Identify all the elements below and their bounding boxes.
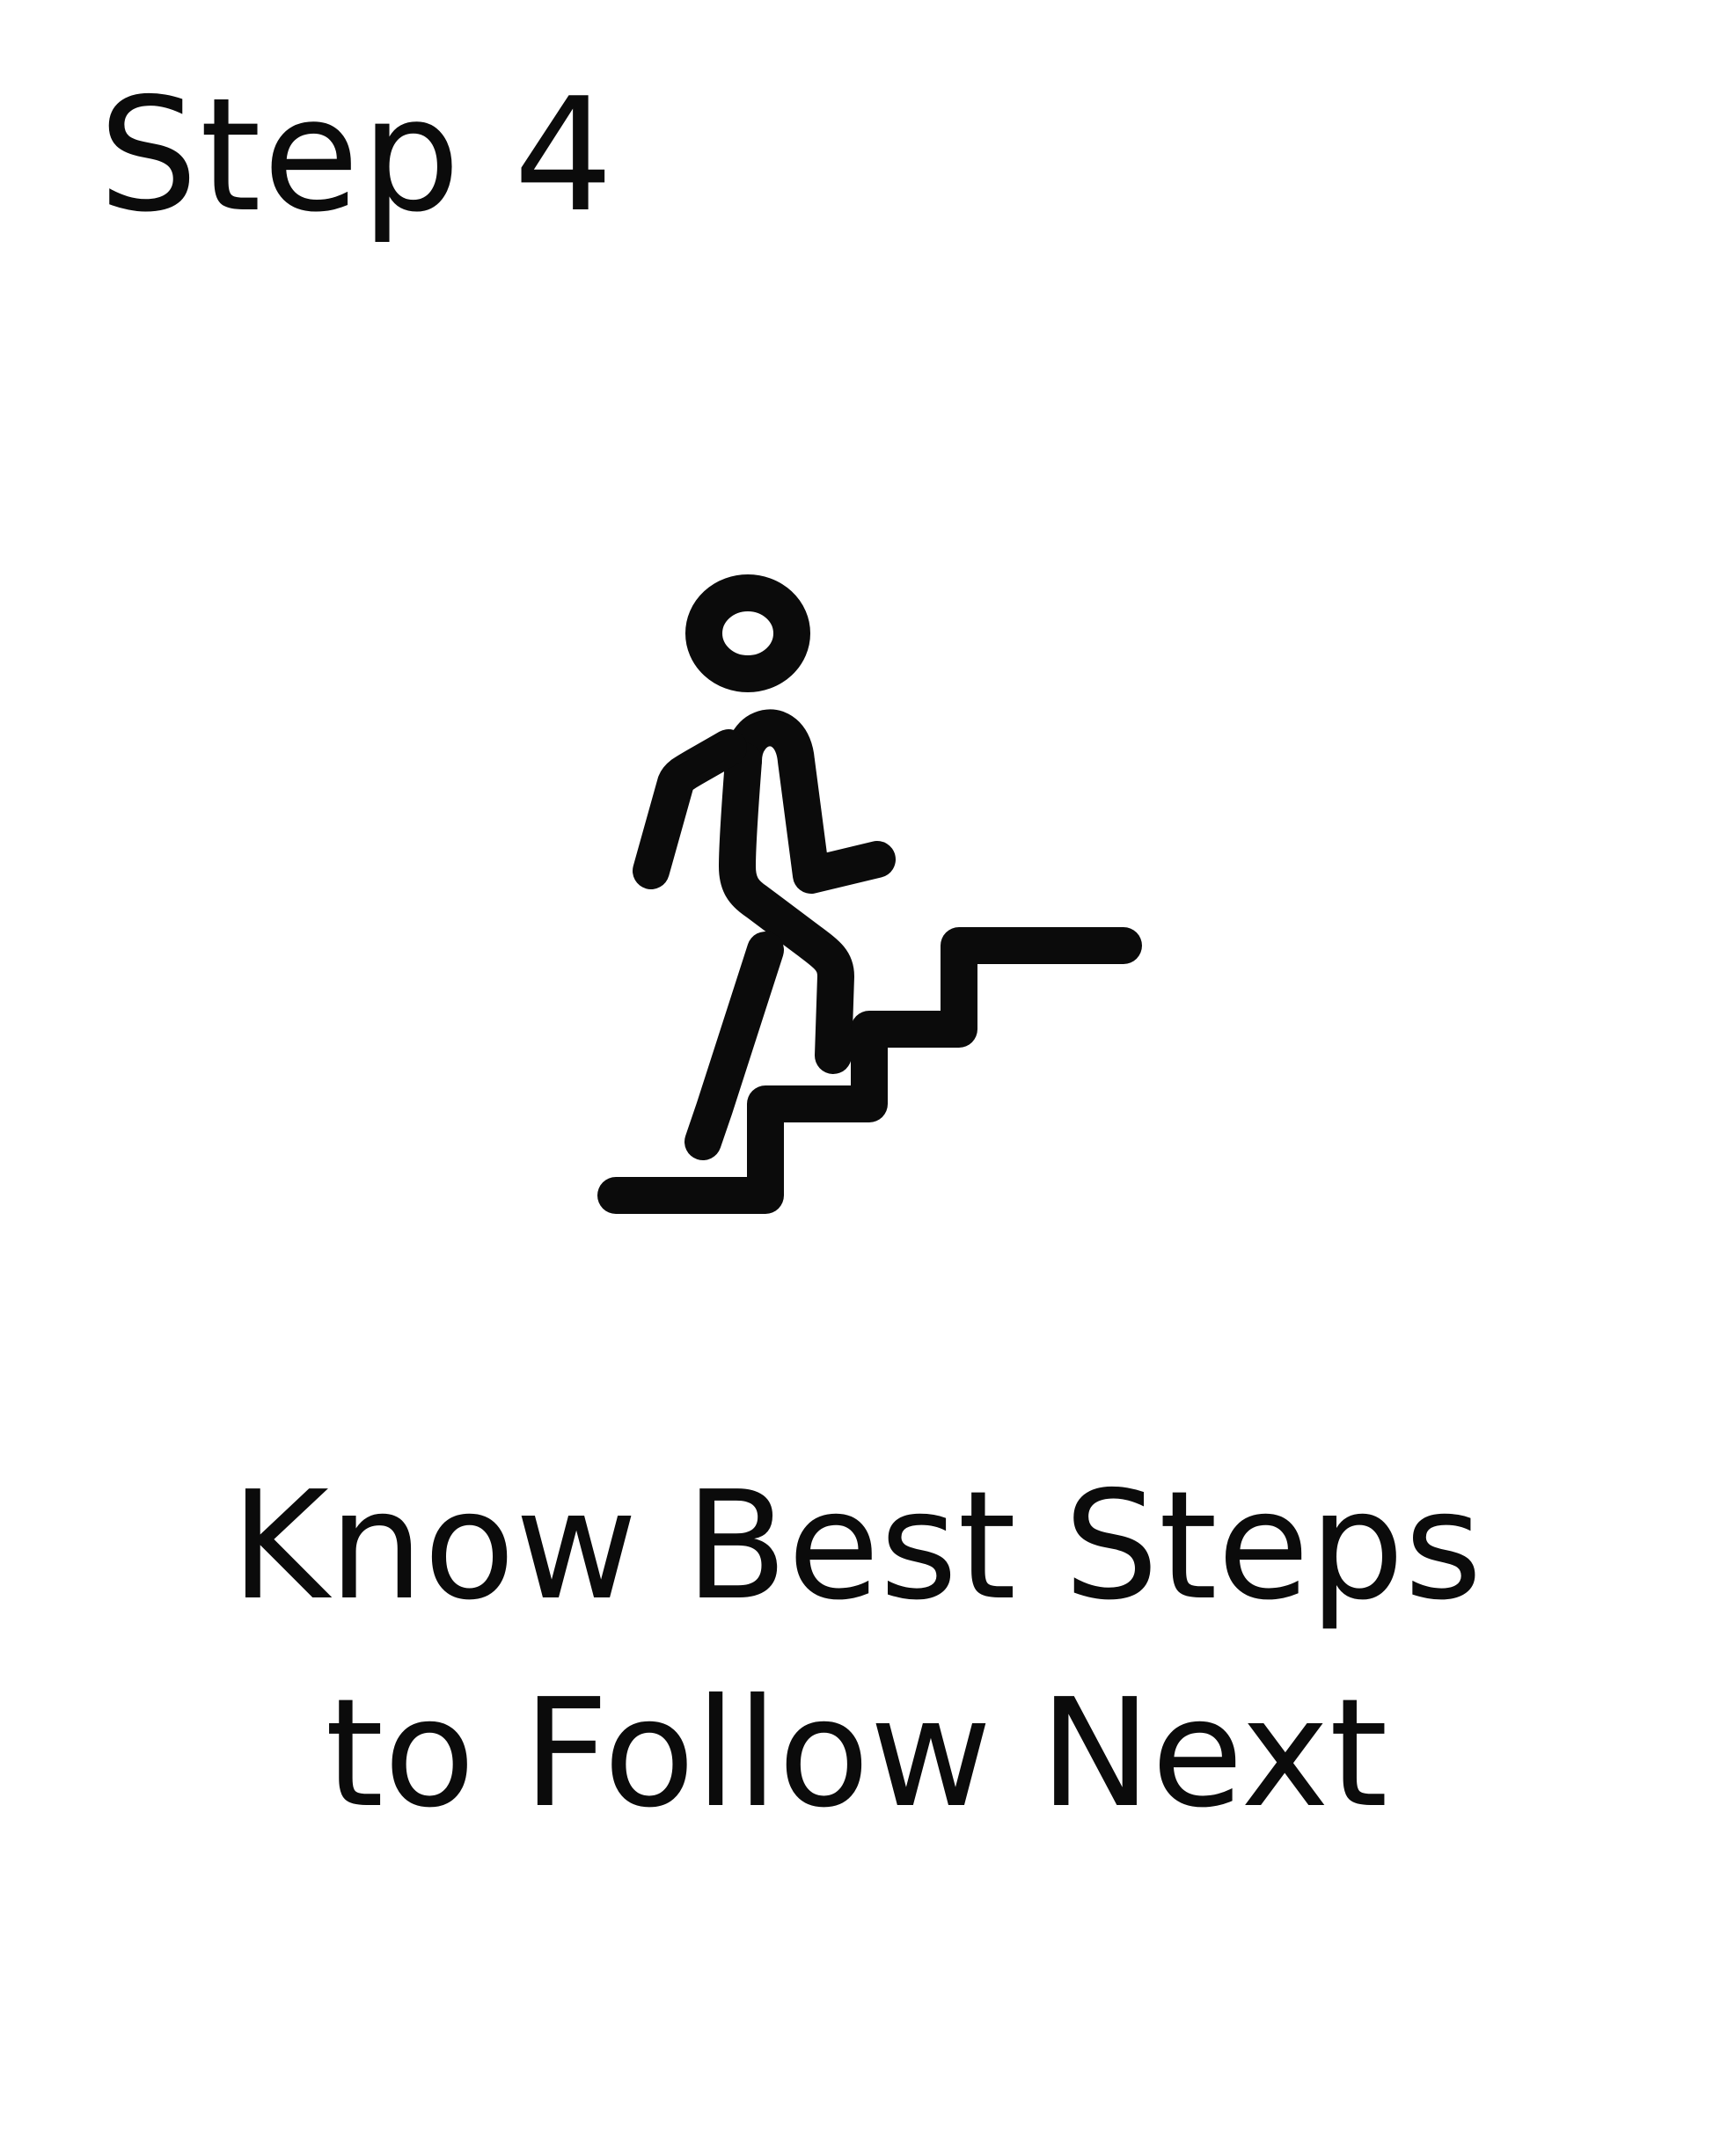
step-label: Step 4 [99, 64, 616, 246]
head-shape [685, 574, 810, 692]
headline: Know Best Steps to Follow Next [0, 1443, 1713, 1858]
torso-arm-shape [725, 709, 896, 894]
headline-line-2: to Follow Next [325, 1667, 1388, 1841]
headline-line-1: Know Best Steps [231, 1459, 1482, 1633]
rear-arm-shape [633, 729, 747, 889]
person-climbing-stairs-icon [597, 574, 1142, 1214]
stairs-shape [597, 927, 1142, 1214]
